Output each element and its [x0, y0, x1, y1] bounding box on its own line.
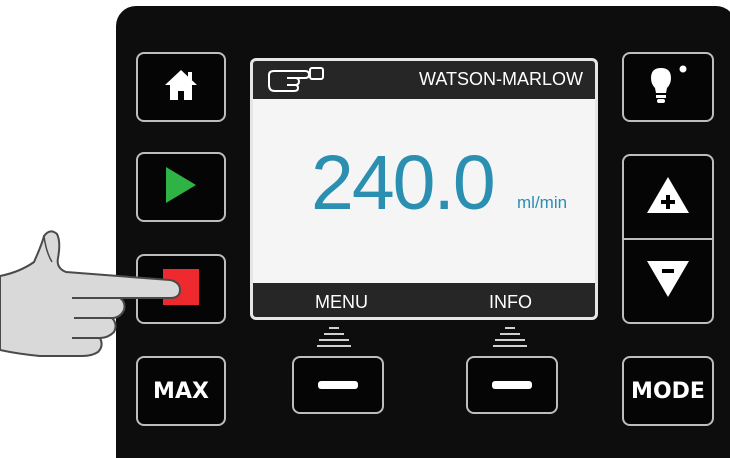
lightbulb-icon [647, 65, 689, 110]
home-icon [163, 68, 199, 107]
decrease-button[interactable] [624, 240, 712, 322]
display-screen: WATSON-MARLOW 240.0 ml/min MENU INFO [250, 58, 598, 320]
screen-softkey-bar: MENU INFO [253, 283, 595, 317]
start-button[interactable] [136, 152, 226, 222]
speed-adjust-buttons [622, 154, 714, 324]
flow-rate-unit: ml/min [517, 193, 568, 212]
softkey-right-indicator [493, 327, 527, 347]
brand-name: WATSON-MARLOW [419, 69, 583, 89]
softkey-left-button[interactable] [292, 356, 384, 414]
minus-triangle-icon [645, 259, 691, 304]
softkey-bar-icon [492, 381, 532, 389]
softkey-right-label: INFO [489, 292, 532, 312]
mode-label: MODE [631, 378, 705, 404]
max-label: MAX [153, 378, 209, 404]
hand-pointer-icon [265, 65, 327, 100]
increase-button[interactable] [624, 156, 712, 238]
home-button[interactable] [136, 52, 226, 122]
light-button[interactable] [622, 52, 714, 122]
flow-rate-value: 240.0 [311, 140, 496, 226]
play-icon [164, 166, 198, 209]
softkey-bar-icon [318, 381, 358, 389]
screen-header: WATSON-MARLOW [253, 61, 595, 99]
max-button[interactable]: MAX [136, 356, 226, 426]
softkey-left-label: MENU [315, 292, 368, 312]
plus-triangle-icon [645, 175, 691, 220]
pointing-hand-icon [0, 228, 184, 365]
softkey-left-indicator [317, 327, 351, 347]
mode-button[interactable]: MODE [622, 356, 714, 426]
softkey-right-button[interactable] [466, 356, 558, 414]
